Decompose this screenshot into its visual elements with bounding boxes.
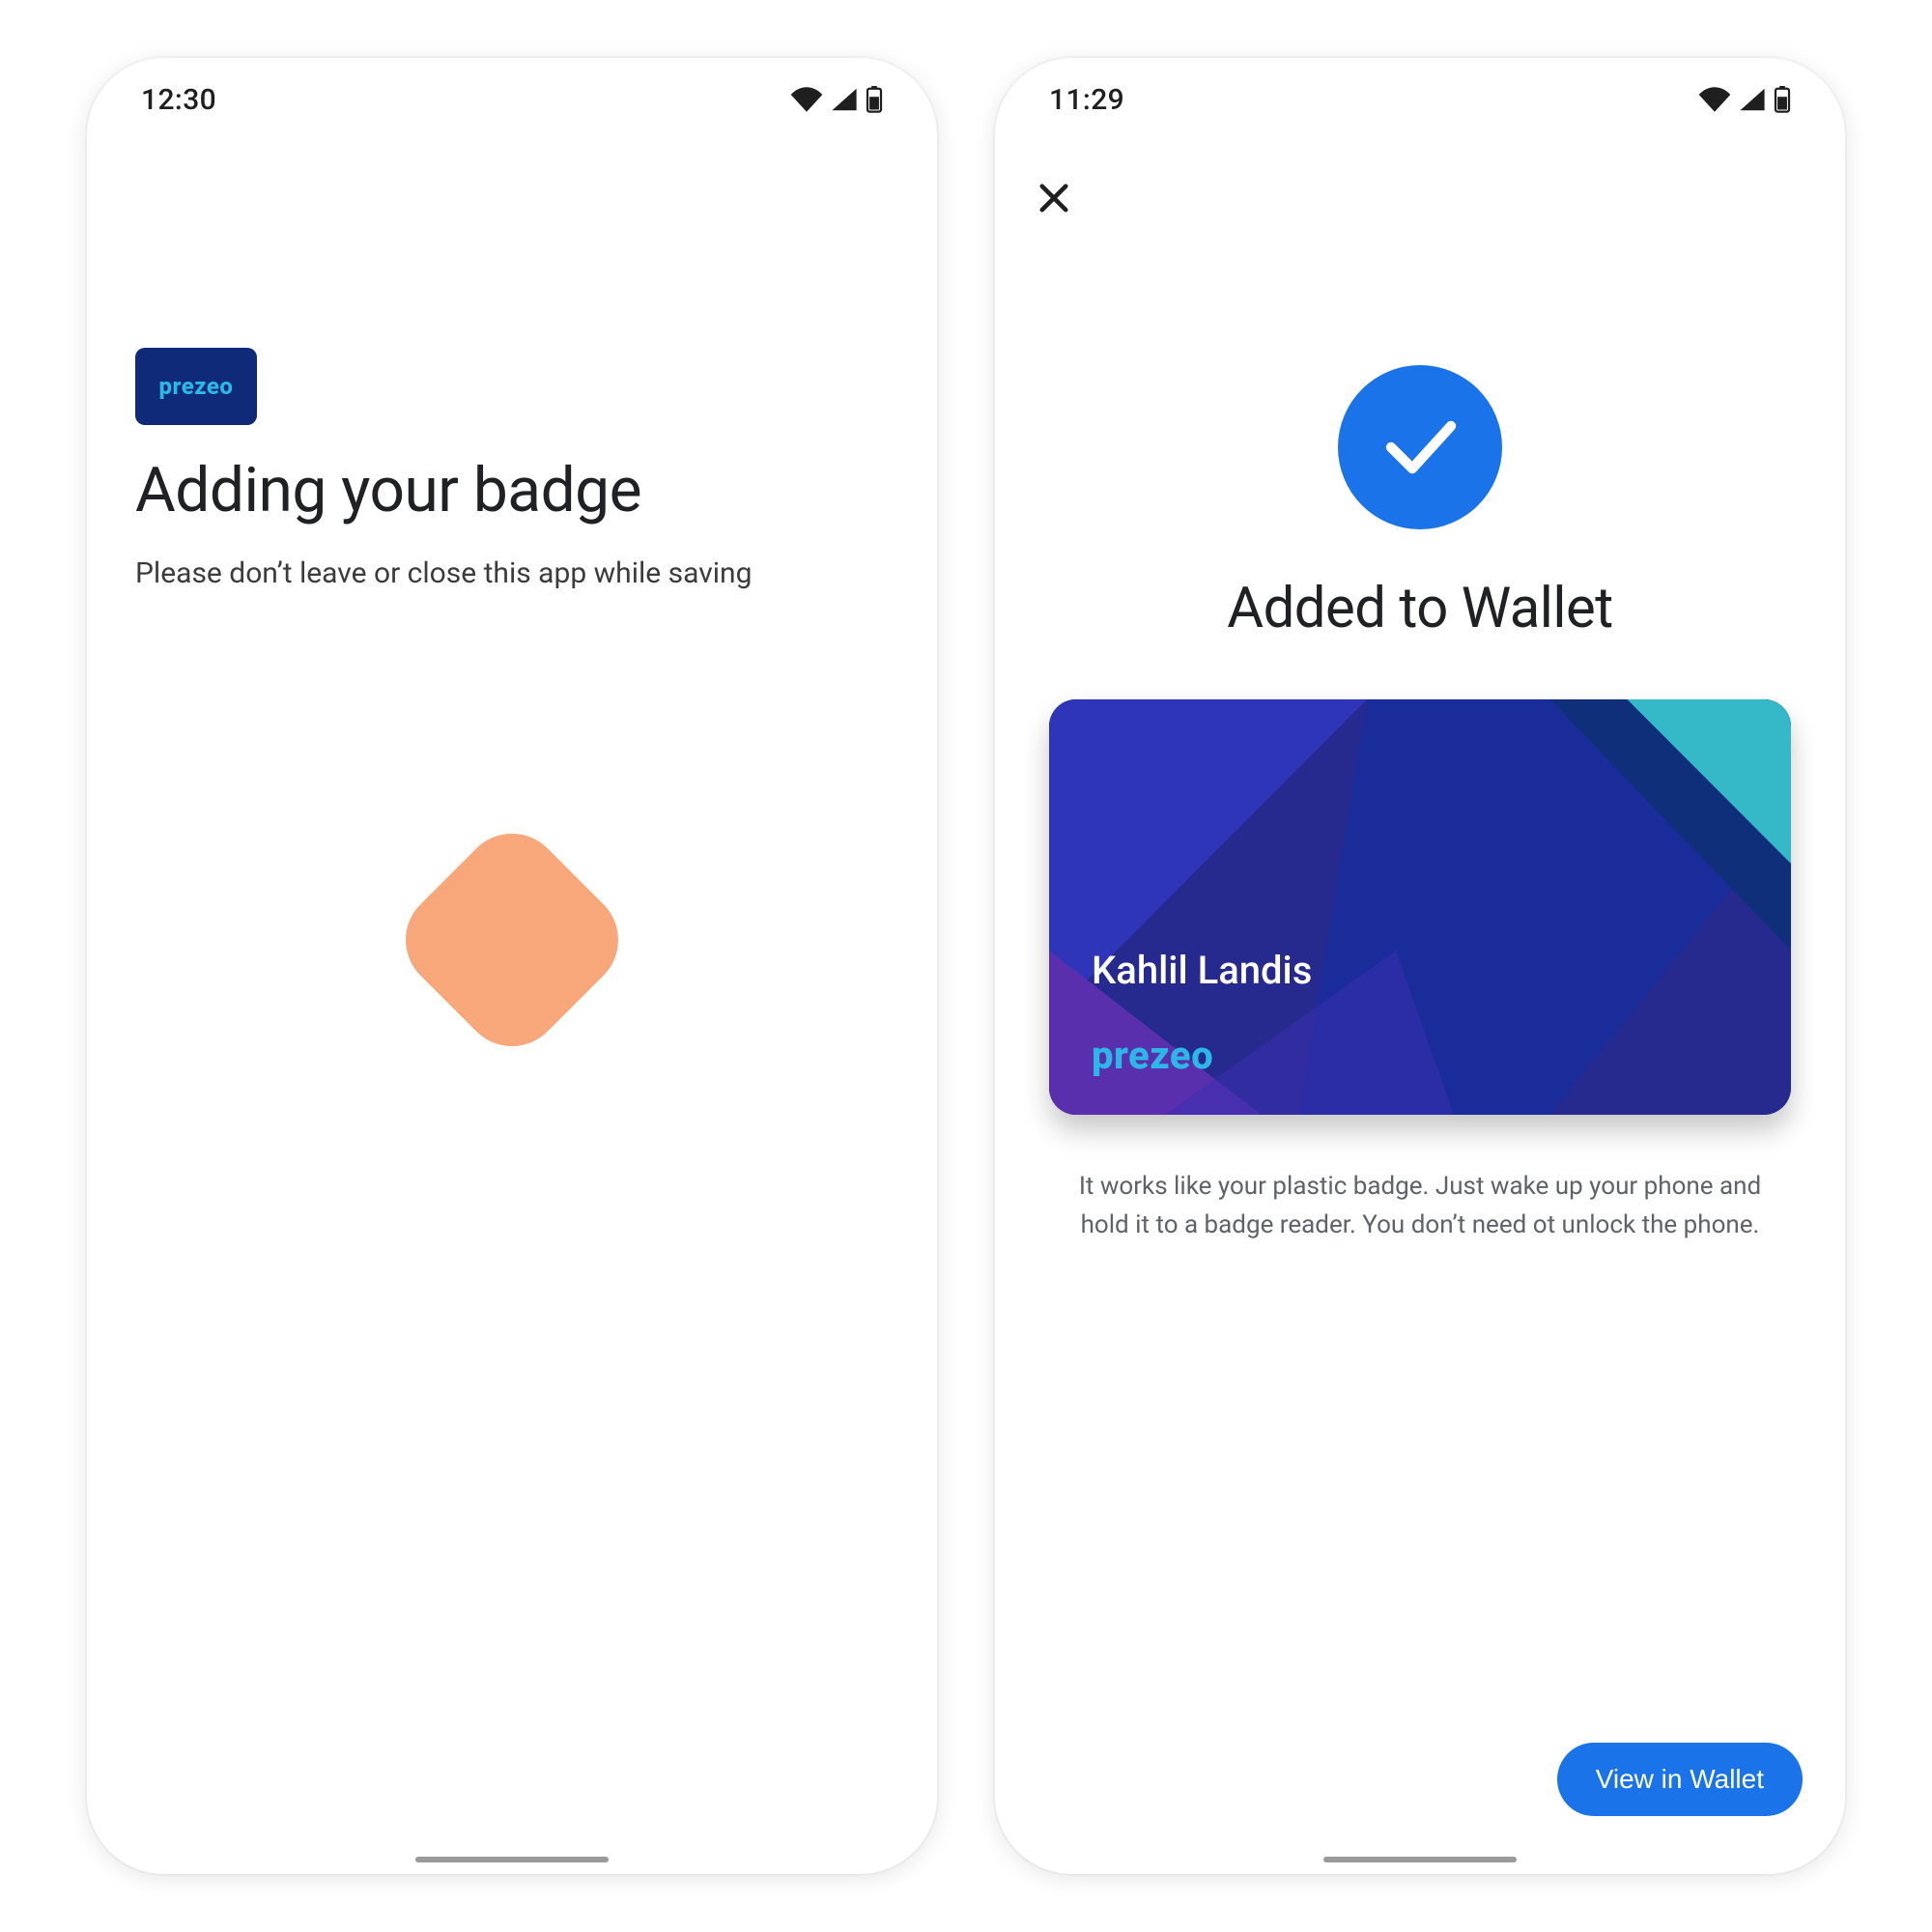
phone-added-to-wallet: 11:29 [995, 58, 1845, 1874]
close-icon [1034, 204, 1074, 222]
status-icons [1698, 86, 1791, 113]
success-badge [1338, 365, 1502, 529]
gesture-handle [415, 1857, 609, 1862]
cellular-icon [1739, 87, 1766, 112]
brand-chip: prezeo [135, 348, 257, 425]
status-time: 11:29 [1049, 83, 1124, 117]
loading-spinner-icon [384, 812, 639, 1066]
cardholder-name: Kahlil Landis [1092, 948, 1312, 993]
badge-card: Kahlil Landis prezeo [1049, 699, 1791, 1115]
brand-chip-label: prezeo [159, 373, 234, 400]
close-button[interactable] [1034, 178, 1074, 218]
wifi-icon [1698, 87, 1731, 112]
status-icons [790, 86, 883, 113]
status-bar: 11:29 [995, 58, 1845, 141]
stage: 12:30 pr [0, 0, 1932, 1932]
card-brand-label: prezeo [1092, 1033, 1213, 1078]
check-icon [1374, 399, 1466, 496]
battery-icon [866, 86, 883, 113]
status-time: 12:30 [141, 83, 216, 117]
battery-icon [1774, 86, 1791, 113]
cellular-icon [831, 87, 858, 112]
view-in-wallet-button[interactable]: View in Wallet [1557, 1743, 1803, 1816]
page-title: Adding your badge [135, 454, 641, 526]
page-title: Added to Wallet [995, 576, 1845, 641]
gesture-handle [1323, 1857, 1517, 1862]
status-bar: 12:30 [87, 58, 937, 141]
page-subtitle: Please don’t leave or close this app whi… [135, 556, 752, 590]
help-text: It works like your plastic badge. Just w… [1063, 1167, 1777, 1244]
phone-adding-badge: 12:30 pr [87, 58, 937, 1874]
wifi-icon [790, 87, 823, 112]
